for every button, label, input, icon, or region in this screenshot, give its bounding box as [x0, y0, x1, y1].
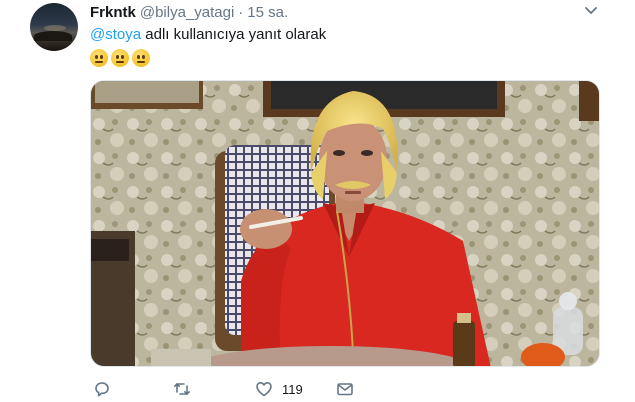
retweet-button[interactable]	[173, 378, 200, 400]
separator-dot: ·	[238, 3, 244, 21]
avatar-landscape	[34, 31, 72, 41]
reply-icon	[95, 382, 109, 397]
reply-mention-link[interactable]: @stoya	[90, 26, 141, 43]
photo-scene	[91, 81, 599, 366]
tweet-timestamp[interactable]: 15 sa.	[247, 4, 288, 21]
like-button[interactable]: 119	[255, 378, 303, 400]
heart-icon	[256, 382, 272, 397]
envelope-icon	[337, 383, 353, 396]
reply-context-text: adlı kullanıcıya yanıt olarak	[141, 26, 327, 43]
neutral-face-emoji-icon	[111, 49, 129, 67]
avatar[interactable]	[30, 3, 78, 51]
reply-button[interactable]	[93, 378, 120, 400]
tweet-actions: 119	[90, 378, 390, 402]
retweet-icon	[174, 383, 190, 395]
display-name[interactable]: Frkntk	[90, 4, 136, 21]
tweet-emoji-text	[90, 49, 150, 67]
neutral-face-emoji-icon	[132, 49, 150, 67]
tweet-photo[interactable]	[90, 80, 600, 367]
reply-context: @stoya adlı kullanıcıya yanıt olarak	[90, 26, 326, 43]
direct-message-button[interactable]	[336, 378, 354, 400]
chevron-down-icon[interactable]	[584, 5, 598, 17]
neutral-face-emoji-icon	[90, 49, 108, 67]
user-handle[interactable]: @bilya_yatagi	[140, 4, 234, 21]
like-count: 119	[282, 381, 303, 397]
tweet-header: Frkntk @bilya_yatagi · 15 sa.	[90, 3, 288, 21]
